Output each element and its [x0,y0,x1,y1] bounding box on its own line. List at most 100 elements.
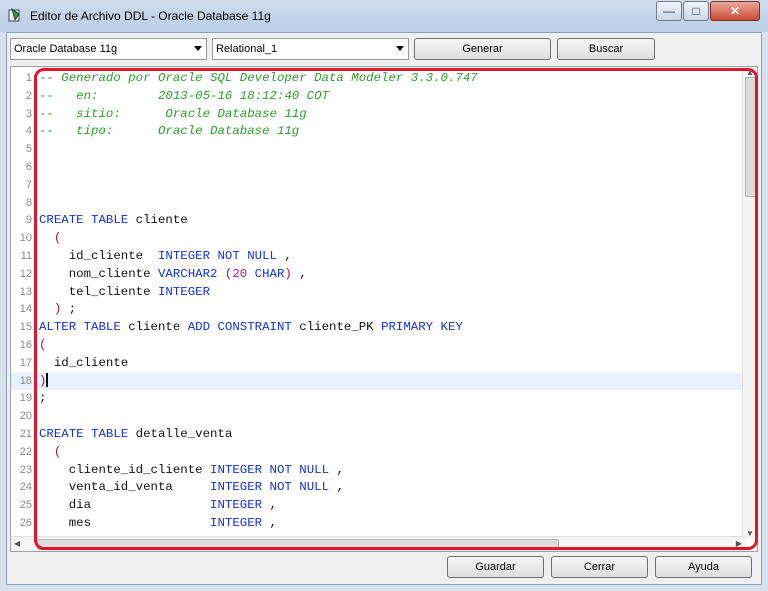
code-token: VARCHAR2 [157,266,218,281]
chevron-down-icon [194,46,202,51]
code-line[interactable]: 13 tel_cliente INTEGER [11,284,757,302]
code-text: tel_cliente INTEGER [39,284,210,302]
vertical-scrollbar[interactable]: ▲ ▼ [742,67,757,539]
database-select-value: Oracle Database 11g [14,43,118,55]
code-token: INTEGER NOT NULL [210,462,330,477]
code-line[interactable]: 25 dia INTEGER , [11,497,757,515]
line-number: 17 [19,356,32,369]
code-token: nom_cliente [39,266,158,281]
help-button-label: Ayuda [688,561,719,573]
line-number: 22 [19,445,32,458]
save-button[interactable]: Guardar [447,556,544,578]
code-token: ALTER TABLE [39,320,121,335]
line-number: 15 [19,321,32,334]
save-button-label: Guardar [475,561,516,573]
model-select[interactable]: Relational_1 [212,38,409,60]
database-select[interactable]: Oracle Database 11g [10,38,207,60]
code-token: ADD CONSTRAINT [187,320,292,335]
line-number: 13 [19,285,32,298]
generate-button[interactable]: Generar [414,38,551,60]
code-line[interactable]: 5 [11,141,757,159]
code-text: CREATE TABLE cliente [39,212,188,230]
code-text: ( [39,337,46,355]
code-line[interactable]: 22 ( [11,444,757,462]
scroll-down-icon[interactable]: ▼ [746,529,754,538]
title-bar: Editor de Archivo DDL - Oracle Database … [0,0,768,32]
code-token: mes [39,516,211,530]
code-line[interactable]: 24 venta_id_venta INTEGER NOT NULL , [11,479,757,497]
code-line[interactable]: 11 id_cliente INTEGER NOT NULL , [11,248,757,266]
code-line[interactable]: 16 ( [11,337,757,355]
help-button[interactable]: Ayuda [655,556,752,578]
code-token: , [329,480,344,495]
scroll-left-icon[interactable]: ◀ [14,539,20,548]
code-line[interactable]: 4 -- tipo: Oracle Database 11g [11,123,757,141]
code-text: cliente_id_cliente INTEGER NOT NULL , [39,462,344,480]
code-text: -- Generado por Oracle SQL Developer Dat… [39,70,478,88]
code-line[interactable]: 3 -- sitio: Oracle Database 11g [11,106,757,124]
code-token: cliente [128,213,188,228]
chevron-down-icon [396,46,404,51]
code-token: -- Generado por Oracle SQL Developer Dat… [39,71,478,85]
code-text: ALTER TABLE cliente ADD CONSTRAINT clien… [39,319,463,337]
window-title: Editor de Archivo DDL - Oracle Database … [30,9,271,23]
scroll-right-icon[interactable]: ▶ [736,539,742,548]
minimize-button[interactable]: — [656,1,682,21]
code-token: ( [217,266,233,281]
code-line[interactable]: 15 ALTER TABLE cliente ADD CONSTRAINT cli… [11,319,757,337]
close-button-label: Cerrar [583,561,616,573]
code-text: ; [39,390,46,408]
code-line[interactable]: 12 nom_cliente VARCHAR2 (20 CHAR) , [11,266,757,284]
code-token: INTEGER [210,498,263,513]
code-token: ; [61,302,77,317]
line-number: 3 [25,107,32,120]
code-token: , [291,266,307,281]
line-number: 25 [19,499,32,512]
code-token: -- tipo: Oracle Database 11g [39,124,300,139]
code-token: ( [39,338,47,352]
line-number: 18 [19,374,32,387]
code-line[interactable]: 20 [11,408,757,426]
scroll-up-icon[interactable]: ▲ [746,68,754,77]
code-line[interactable]: 23 cliente_id_cliente INTEGER NOT NULL , [11,462,757,480]
code-token: tel_cliente [39,284,158,299]
code-line[interactable]: 17 id_cliente [11,355,757,373]
horizontal-scrollbar[interactable]: ◀ ▶ [11,536,745,551]
code-text: id_cliente INTEGER NOT NULL , [39,248,292,266]
code-token: -- en: 2013-05-16 18:12:40 COT [39,88,329,103]
code-line[interactable]: 6 [11,159,757,177]
line-number: 14 [19,303,32,316]
code-text: nom_cliente VARCHAR2 (20 CHAR) , [39,266,307,284]
code-line[interactable]: 18) [11,372,757,391]
code-line[interactable]: 9 CREATE TABLE cliente [11,212,757,230]
code-line[interactable]: 2 -- en: 2013-05-16 18:12:40 COT [11,88,757,106]
close-window-button[interactable]: ✕ [710,1,760,21]
code-token: cliente [120,320,188,335]
line-number: 2 [25,89,32,102]
maximize-button[interactable]: □ [683,1,709,21]
code-token: CHAR [247,266,285,281]
line-number: 5 [25,143,32,156]
code-line[interactable]: 21 CREATE TABLE detalle_venta [11,426,757,444]
code-line[interactable]: 8 [11,195,757,213]
horizontal-scroll-thumb[interactable] [37,539,559,550]
line-number: 4 [25,125,32,138]
search-button-label: Buscar [588,43,624,55]
line-number: 21 [19,428,32,440]
ddl-code-editor[interactable]: 1 -- Generado por Oracle SQL Developer Da… [10,66,758,552]
ddl-editor-icon [8,8,20,22]
line-number: 19 [19,392,32,405]
code-line[interactable]: 7 [11,177,757,195]
vertical-scroll-thumb[interactable] [745,77,756,197]
close-button[interactable]: Cerrar [551,556,648,578]
code-token: ; [39,391,47,406]
search-button[interactable]: Buscar [557,38,655,60]
code-token: PRIMARY KEY [381,320,463,335]
code-token: id_cliente [39,249,158,263]
code-line[interactable]: 1 -- Generado por Oracle SQL Developer Da… [11,70,757,88]
code-line[interactable]: 19; [11,390,757,408]
code-line[interactable]: 14 ) ; [11,301,757,319]
code-line[interactable]: 26 mes INTEGER , [11,515,757,533]
code-line[interactable]: 10 ( [11,230,757,248]
code-token: INTEGER NOT NULL [210,480,330,495]
